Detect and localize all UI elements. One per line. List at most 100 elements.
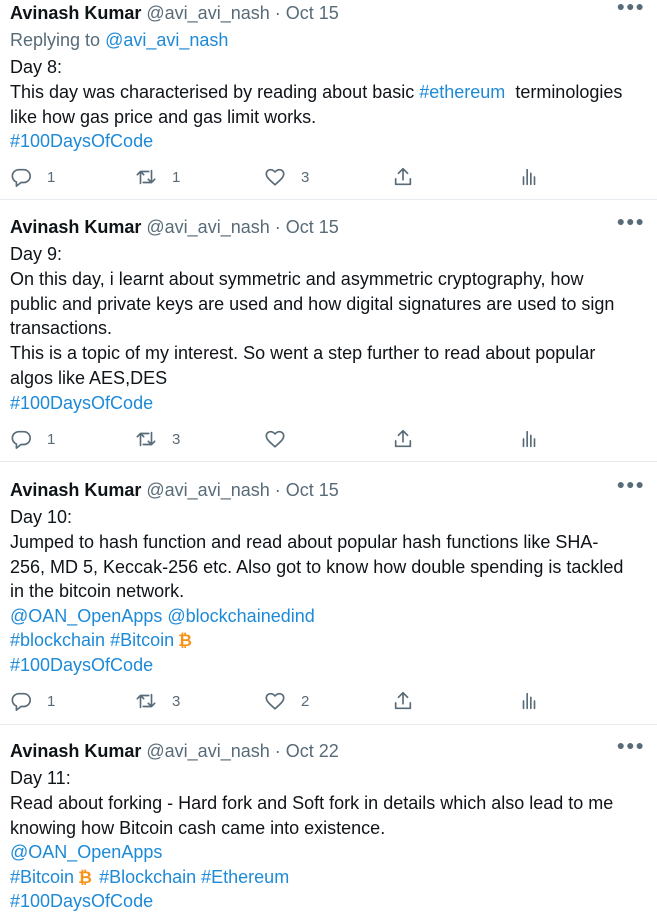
like-button[interactable]: 3 xyxy=(264,162,309,192)
divider xyxy=(0,461,657,462)
hashtag-link[interactable]: #100DaysOfCode xyxy=(10,653,153,677)
hashtag-link[interactable]: #blockchain xyxy=(10,630,105,650)
hashtag-link[interactable]: #ethereum xyxy=(419,82,505,102)
reply-count: 1 xyxy=(47,692,56,710)
analytics-icon xyxy=(522,692,536,710)
hashtag-link[interactable]: #Bitcoin xyxy=(110,630,174,650)
tweet-text-line: in the bitcoin network. xyxy=(10,581,185,601)
tweet[interactable]: Avinash Kumar @avi_avi_nash · Oct 22 ●●●… xyxy=(0,737,657,919)
share-button[interactable] xyxy=(392,424,414,454)
author-name[interactable]: Avinash Kumar xyxy=(10,480,141,500)
more-icon[interactable]: ●●● xyxy=(617,213,645,229)
tweet-date[interactable]: Oct 15 xyxy=(286,217,339,237)
tweet-text-line: knowing how Bitcoin cash came into exist… xyxy=(10,818,386,838)
hashtag-link[interactable]: #Bitcoin xyxy=(10,867,74,887)
tweet-text: This day was characterised by reading ab… xyxy=(10,82,415,102)
analytics-button[interactable] xyxy=(518,424,540,454)
like-count: 2 xyxy=(301,692,310,710)
author-name[interactable]: Avinash Kumar xyxy=(10,3,141,23)
tweet[interactable]: Avinash Kumar @avi_avi_nash · Oct 15 ●●●… xyxy=(0,476,657,733)
hashtags-line: #blockchain #Bitcoin ₿ xyxy=(10,628,194,652)
more-icon[interactable]: ●●● xyxy=(617,476,645,492)
replying-to: Replying to @avi_avi_nash xyxy=(10,28,228,52)
author-handle[interactable]: @avi_avi_nash xyxy=(146,3,269,23)
tweet-text-line: This day was characterised by reading ab… xyxy=(10,80,622,104)
reply-icon xyxy=(11,692,31,711)
more-icon[interactable]: ●●● xyxy=(617,737,645,753)
author-name[interactable]: Avinash Kumar xyxy=(10,217,141,237)
reply-icon xyxy=(11,430,31,449)
reply-count: 1 xyxy=(47,168,56,186)
author-handle[interactable]: @avi_avi_nash xyxy=(146,217,269,237)
mention-link[interactable]: @OAN_OpenApps xyxy=(10,840,162,864)
retweet-button[interactable]: 1 xyxy=(135,162,180,192)
tweet-text-line: Day 8: xyxy=(10,57,63,77)
share-icon xyxy=(394,429,412,448)
author-handle[interactable]: @avi_avi_nash xyxy=(146,480,269,500)
svg-text:₿: ₿ xyxy=(178,631,192,649)
analytics-button[interactable] xyxy=(518,686,540,716)
retweet-count: 3 xyxy=(172,430,181,448)
tweet-text-line: Day 10: xyxy=(10,507,73,527)
reply-button[interactable]: 1 xyxy=(10,162,55,192)
retweet-icon xyxy=(136,693,156,709)
tweet-text-line: Day 11: xyxy=(10,768,71,788)
tweet-text-line: Jumped to hash function and read about p… xyxy=(10,532,599,552)
retweet-count: 3 xyxy=(172,692,181,710)
retweet-count: 1 xyxy=(172,168,181,186)
author-name[interactable]: Avinash Kumar xyxy=(10,741,141,761)
more-icon[interactable]: ●●● xyxy=(617,0,645,14)
hashtag-link[interactable]: #Ethereum xyxy=(201,867,289,887)
retweet-button[interactable]: 3 xyxy=(135,424,180,454)
reply-button[interactable]: 1 xyxy=(10,686,55,716)
divider xyxy=(0,724,657,725)
tweet-date[interactable]: Oct 15 xyxy=(286,3,339,23)
like-icon xyxy=(265,692,285,710)
action-bar: 1 1 3 xyxy=(0,162,657,192)
tweet-text: terminologies xyxy=(515,82,623,102)
tweet-header: Avinash Kumar @avi_avi_nash · Oct 15 xyxy=(10,478,339,502)
separator-dot: · xyxy=(274,480,281,500)
tweet-text-line: Read about forking - Hard fork and Soft … xyxy=(10,793,614,813)
reply-button[interactable]: 1 xyxy=(10,424,55,454)
tweet[interactable]: Avinash Kumar @avi_avi_nash · Oct 15 ●●●… xyxy=(0,0,657,200)
hashtag-link[interactable]: #Blockchain xyxy=(99,867,196,887)
mention-link[interactable]: @blockchainedind xyxy=(167,606,314,626)
separator-dot: · xyxy=(274,741,281,761)
like-icon xyxy=(265,430,285,448)
separator-dot: · xyxy=(274,217,281,237)
action-bar: 1 3 xyxy=(0,424,657,454)
hashtag-link[interactable]: #100DaysOfCode xyxy=(10,889,153,913)
hashtag-link[interactable]: #100DaysOfCode xyxy=(10,129,153,153)
mentions-line: @OAN_OpenApps @blockchainedind xyxy=(10,604,315,628)
tweet-date[interactable]: Oct 22 xyxy=(286,741,339,761)
hashtag-link[interactable]: #100DaysOfCode xyxy=(10,391,153,415)
like-button[interactable]: 2 xyxy=(264,686,309,716)
replying-prefix: Replying to xyxy=(10,30,101,50)
tweet-text-line: 256, MD 5, Keccak-256 etc. Also got to k… xyxy=(10,557,624,577)
tweet-text-line: public and private keys are used and how… xyxy=(10,294,615,314)
bitcoin-icon: ₿ xyxy=(78,868,92,886)
tweet-header: Avinash Kumar @avi_avi_nash · Oct 15 xyxy=(10,215,339,239)
mention-link[interactable]: @OAN_OpenApps xyxy=(10,606,162,626)
share-icon xyxy=(394,691,412,710)
retweet-icon xyxy=(136,169,156,185)
tweet-text-line: Day 9: xyxy=(10,244,63,264)
retweet-icon xyxy=(136,431,156,447)
share-button[interactable] xyxy=(392,686,414,716)
bitcoin-icon: ₿ xyxy=(178,631,192,649)
svg-text:₿: ₿ xyxy=(78,868,92,886)
replying-handle-link[interactable]: @avi_avi_nash xyxy=(105,30,228,50)
like-button[interactable] xyxy=(264,424,301,454)
tweet-date[interactable]: Oct 15 xyxy=(286,480,339,500)
tweet-text-line: This is a topic of my interest. So went … xyxy=(10,343,596,363)
retweet-button[interactable]: 3 xyxy=(135,686,180,716)
separator-dot: · xyxy=(274,3,281,23)
tweet-text-line: like how gas price and gas limit works. xyxy=(10,107,317,127)
tweet[interactable]: Avinash Kumar @avi_avi_nash · Oct 15 ●●●… xyxy=(0,213,657,465)
like-count: 3 xyxy=(301,168,310,186)
analytics-button[interactable] xyxy=(518,162,540,192)
author-handle[interactable]: @avi_avi_nash xyxy=(146,741,269,761)
tweet-text-line: algos like AES,DES xyxy=(10,368,168,388)
share-button[interactable] xyxy=(392,162,414,192)
